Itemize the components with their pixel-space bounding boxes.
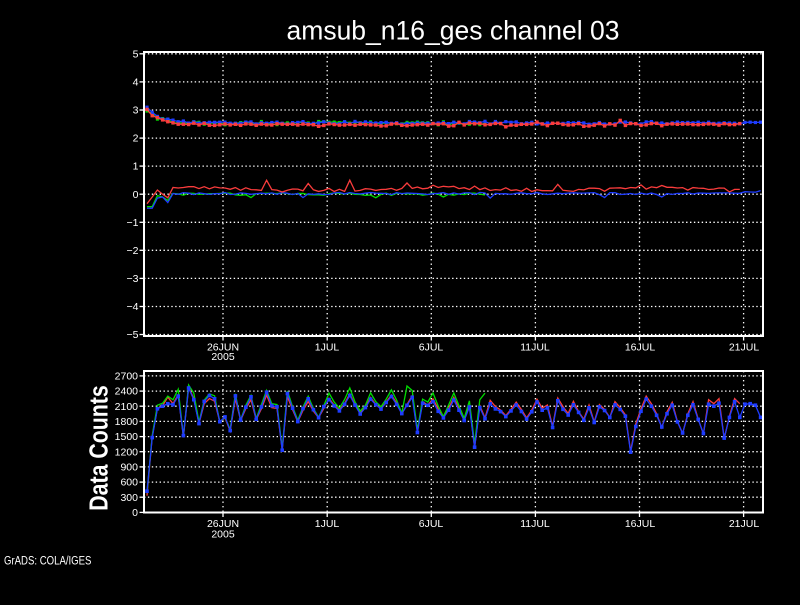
svg-text:5: 5 (133, 48, 139, 60)
svg-text:21JUL: 21JUL (729, 518, 760, 530)
svg-text:0: 0 (132, 507, 138, 519)
svg-text:1200: 1200 (115, 446, 139, 458)
svg-text:1: 1 (133, 161, 139, 173)
svg-text:0: 0 (133, 189, 139, 201)
svg-text:1JUL: 1JUL (315, 342, 340, 354)
svg-text:Data Counts: Data Counts (85, 385, 115, 511)
svg-text:4: 4 (133, 77, 139, 89)
svg-text:900: 900 (120, 462, 138, 474)
svg-text:2005: 2005 (211, 351, 235, 363)
svg-text:2700: 2700 (115, 371, 139, 383)
svg-text:16JUL: 16JUL (625, 518, 656, 530)
svg-text:11JUL: 11JUL (520, 518, 550, 530)
svg-text:3: 3 (133, 105, 139, 117)
svg-text:6JUL: 6JUL (419, 518, 444, 530)
svg-text:2: 2 (133, 133, 139, 145)
svg-text:300: 300 (120, 492, 138, 504)
svg-text:2400: 2400 (115, 386, 139, 398)
svg-text:−4: −4 (127, 301, 139, 313)
svg-text:−5: −5 (127, 329, 139, 341)
svg-text:16JUL: 16JUL (625, 342, 656, 354)
svg-text:1500: 1500 (115, 431, 139, 443)
svg-text:amsub_n16_ges channel 03: amsub_n16_ges channel 03 (287, 16, 620, 46)
svg-text:−1: −1 (127, 217, 139, 229)
svg-text:−2: −2 (127, 245, 139, 257)
svg-text:600: 600 (120, 477, 138, 489)
svg-text:2005: 2005 (211, 529, 235, 541)
svg-text:1JUL: 1JUL (315, 518, 340, 530)
svg-text:21JUL: 21JUL (729, 342, 760, 354)
svg-text:GrADS: COLA/IGES: GrADS: COLA/IGES (4, 555, 91, 568)
svg-text:1800: 1800 (115, 416, 139, 428)
svg-text:11JUL: 11JUL (520, 342, 550, 354)
svg-text:2100: 2100 (115, 401, 139, 413)
svg-text:−3: −3 (127, 273, 139, 285)
svg-text:6JUL: 6JUL (419, 342, 444, 354)
